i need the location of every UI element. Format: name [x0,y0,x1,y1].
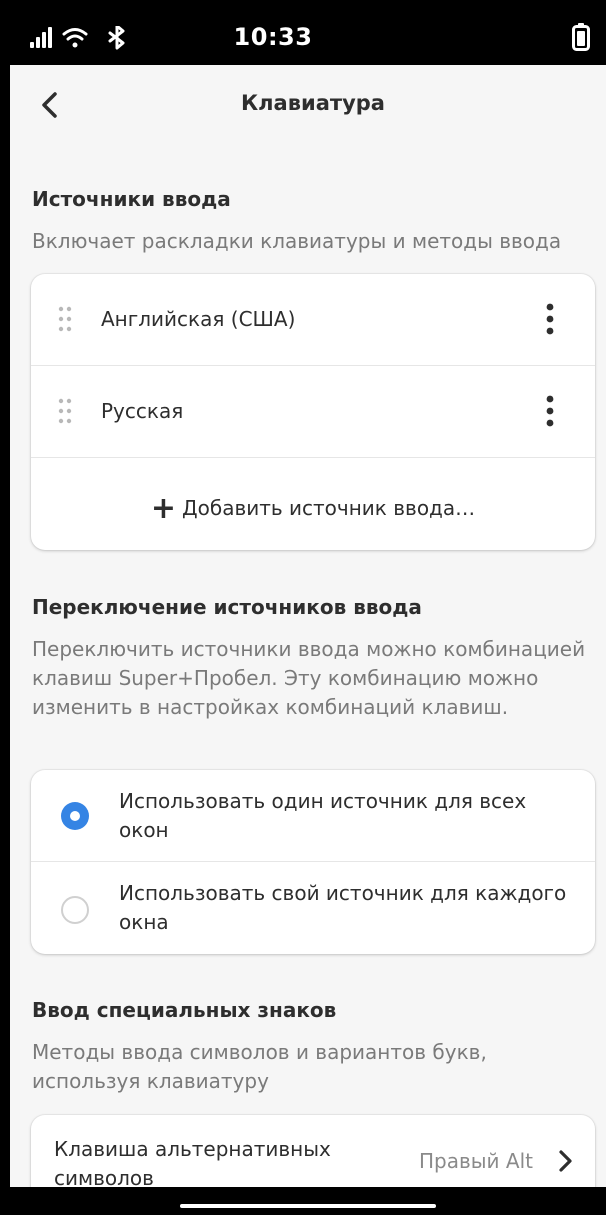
radio-button-unselected[interactable] [61,896,89,924]
input-sources-title: Источники ввода [32,187,231,211]
screen: 10:33 Клавиатура Источники ввода Включае… [10,10,606,1200]
switching-description: Переключить источники ввода можно комбин… [32,637,586,719]
status-bar: 10:33 [10,10,606,65]
battery-icon [572,23,590,55]
switching-options-card: Использовать один источник для всех окон… [31,770,595,954]
navigation-bar [10,1187,606,1200]
input-source-label: Русская [101,399,184,423]
chevron-right-icon [559,1150,572,1172]
switching-title: Переключение источников ввода [32,595,422,619]
plus-icon: + [150,491,176,526]
radio-option-label: Использовать свой источник для каждого о… [119,881,567,934]
drag-handle-icon[interactable] [58,306,72,334]
input-source-row[interactable]: Русская [31,366,595,458]
device-frame: 10:33 Клавиатура Источники ввода Включае… [0,0,606,1215]
clock: 10:33 [233,23,313,51]
header-bar: Клавиатура [10,65,606,145]
radio-option-same-source[interactable]: Использовать один источник для всех окон [31,770,595,862]
add-input-source-button[interactable]: + Добавить источник ввода… [31,458,595,550]
page-title: Клавиатура [241,91,385,115]
input-sources-card: Английская (США) Русская + Добавить исто… [31,274,595,550]
radio-option-label: Использовать один источник для всех окон [119,789,527,842]
alternate-key-value: Правый Alt [418,1149,533,1173]
radio-button-selected[interactable] [61,802,89,830]
more-options-icon[interactable] [545,394,555,428]
input-sources-description: Включает раскладки клавиатуры и методы в… [32,229,562,253]
input-source-row[interactable]: Английская (США) [31,274,595,366]
drag-handle-icon[interactable] [58,398,72,426]
special-chars-title: Ввод специальных знаков [32,998,337,1022]
input-source-label: Английская (США) [101,307,296,331]
add-input-source-label: Добавить источник ввода… [182,496,476,520]
radio-option-per-window[interactable]: Использовать свой источник для каждого о… [31,862,595,954]
more-options-icon[interactable] [545,302,555,336]
home-indicator[interactable] [180,1204,436,1208]
special-chars-description: Методы ввода символов и вариантов букв, … [32,1040,487,1093]
alternate-key-label: Клавиша альтернативных символов [54,1137,331,1190]
